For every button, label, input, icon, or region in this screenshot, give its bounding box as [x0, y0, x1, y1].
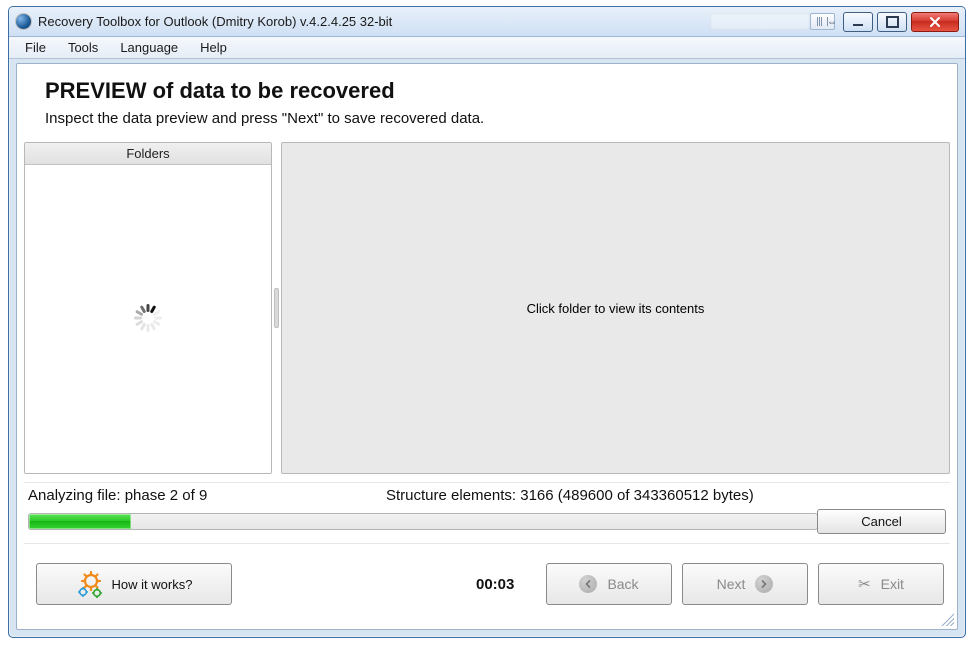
arrow-right-icon: [755, 575, 773, 593]
progress-fill: [29, 514, 131, 529]
menu-file[interactable]: File: [15, 38, 56, 57]
folders-body[interactable]: [25, 165, 271, 473]
minimize-button[interactable]: [843, 12, 873, 32]
next-button[interactable]: Next: [682, 563, 808, 605]
folders-panel: Folders: [24, 142, 272, 474]
progress-area: Analyzing file: phase 2 of 9 Structure e…: [24, 482, 950, 544]
app-icon: [15, 13, 32, 30]
exit-button[interactable]: ✂ Exit: [818, 563, 944, 605]
page-subtitle: Inspect the data preview and press "Next…: [45, 110, 484, 127]
titlebar-ghost: [710, 13, 810, 30]
window-controls: ⇔: [810, 12, 959, 32]
scissors-icon: ✂: [858, 575, 871, 593]
menu-language[interactable]: Language: [110, 38, 188, 57]
gears-icon: [76, 570, 106, 598]
titlebar[interactable]: Recovery Toolbox for Outlook (Dmitry Kor…: [9, 7, 965, 37]
pane-splitter[interactable]: [272, 142, 281, 474]
page-title: PREVIEW of data to be recovered: [45, 78, 395, 104]
how-it-works-label: How it works?: [112, 577, 193, 592]
next-label: Next: [717, 576, 746, 592]
back-label: Back: [607, 576, 638, 592]
contents-placeholder: Click folder to view its contents: [527, 301, 705, 316]
window-title: Recovery Toolbox for Outlook (Dmitry Kor…: [38, 14, 686, 29]
elapsed-timer: 00:03: [476, 576, 514, 593]
app-window: Recovery Toolbox for Outlook (Dmitry Kor…: [8, 6, 966, 638]
menu-help[interactable]: Help: [190, 38, 237, 57]
folders-header: Folders: [25, 143, 271, 165]
titlebar-grip-icon[interactable]: ⇔: [810, 13, 835, 30]
menu-tools[interactable]: Tools: [58, 38, 108, 57]
progress-bar: [28, 513, 818, 530]
progress-detail-label: Structure elements: 3166 (489600 of 3433…: [386, 487, 754, 504]
how-it-works-button[interactable]: How it works?: [36, 563, 232, 605]
progress-phase-label: Analyzing file: phase 2 of 9: [28, 487, 207, 504]
maximize-button[interactable]: [877, 12, 907, 32]
back-button[interactable]: Back: [546, 563, 672, 605]
loading-spinner-icon: [133, 304, 163, 334]
bottom-bar: How it works? 00:03 Back Next ✂ Exit: [24, 554, 950, 614]
content-frame: PREVIEW of data to be recovered Inspect …: [16, 63, 958, 630]
close-button[interactable]: [911, 12, 959, 32]
resize-grip-icon[interactable]: [940, 612, 954, 626]
cancel-button[interactable]: Cancel: [817, 509, 946, 534]
split-panes: Folders Click folder to view its content…: [24, 142, 950, 474]
menubar: File Tools Language Help: [9, 37, 965, 59]
contents-panel[interactable]: Click folder to view its contents: [281, 142, 950, 474]
exit-label: Exit: [881, 576, 904, 592]
arrow-left-icon: [579, 575, 597, 593]
